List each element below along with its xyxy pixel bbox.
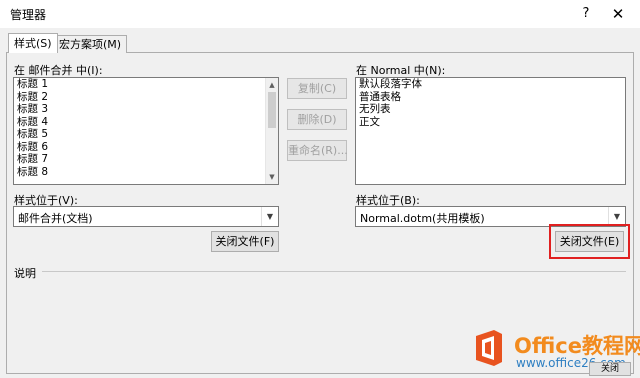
left-list-label: 在 邮件合并 中(I): bbox=[14, 64, 103, 77]
delete-button[interactable]: 删除(D) bbox=[287, 109, 347, 130]
scroll-up-icon[interactable]: ▲ bbox=[266, 79, 278, 91]
left-location-select[interactable]: 邮件合并(文档) ▼ bbox=[13, 206, 279, 227]
list-item[interactable]: 普通表格 bbox=[356, 91, 625, 104]
window-title: 管理器 bbox=[10, 8, 47, 22]
chevron-down-icon[interactable]: ▼ bbox=[261, 207, 278, 226]
list-item[interactable]: 标题 6 bbox=[14, 141, 278, 154]
list-item[interactable]: 标题 8 bbox=[14, 166, 278, 179]
description-label: 说明 bbox=[14, 267, 36, 280]
right-style-list[interactable]: 默认段落字体 普通表格 无列表 正文 bbox=[355, 77, 626, 185]
list-item[interactable]: 正文 bbox=[356, 116, 625, 129]
left-location-value: 邮件合并(文档) bbox=[18, 212, 93, 225]
description-divider bbox=[42, 271, 626, 272]
rename-button[interactable]: 重命名(R)... bbox=[287, 140, 348, 161]
right-list-label: 在 Normal 中(N): bbox=[356, 64, 446, 77]
right-close-file-button[interactable]: 关闭文件(E) bbox=[555, 231, 624, 252]
list-item[interactable]: 标题 3 bbox=[14, 103, 278, 116]
list-item[interactable]: 标题 4 bbox=[14, 116, 278, 129]
left-style-list[interactable]: 标题 1 标题 2 标题 3 标题 4 标题 5 标题 6 标题 7 标题 8 … bbox=[13, 77, 279, 185]
help-button[interactable]: ? bbox=[574, 4, 598, 24]
left-close-file-button[interactable]: 关闭文件(F) bbox=[211, 231, 279, 252]
left-list-scrollbar[interactable]: ▲ ▼ bbox=[265, 78, 278, 184]
close-dialog-button[interactable]: 关闭 bbox=[589, 362, 631, 376]
title-bar: 管理器 ? ✕ bbox=[0, 0, 640, 28]
office-logo bbox=[476, 330, 502, 366]
list-item[interactable]: 无列表 bbox=[356, 103, 625, 116]
scroll-down-icon[interactable]: ▼ bbox=[266, 171, 278, 183]
close-icon[interactable]: ✕ bbox=[606, 4, 630, 24]
list-item[interactable]: 标题 5 bbox=[14, 128, 278, 141]
list-item[interactable]: 标题 7 bbox=[14, 153, 278, 166]
list-item[interactable]: 标题 2 bbox=[14, 91, 278, 104]
scroll-thumb[interactable] bbox=[268, 92, 276, 128]
tab-styles[interactable]: 样式(S) bbox=[8, 33, 58, 53]
list-item[interactable]: 标题 1 bbox=[14, 78, 278, 91]
right-location-value: Normal.dotm(共用模板) bbox=[360, 212, 485, 225]
tab-macro-items[interactable]: 宏方案项(M) bbox=[53, 35, 128, 53]
list-item[interactable]: 默认段落字体 bbox=[356, 78, 625, 91]
copy-button[interactable]: 复制(C) bbox=[287, 78, 347, 99]
